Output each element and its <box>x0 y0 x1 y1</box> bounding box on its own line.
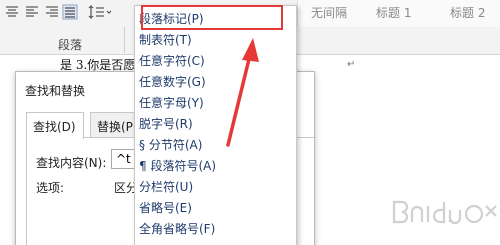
highlight-box <box>141 5 283 30</box>
annotation-arrow-icon <box>226 38 259 147</box>
